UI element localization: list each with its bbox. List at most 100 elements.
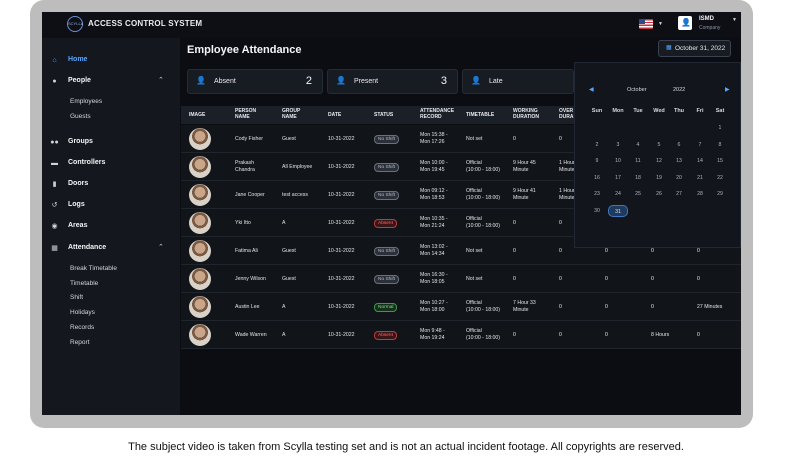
sidebar-item-label: Controllers xyxy=(68,159,106,166)
door-icon: ▮ xyxy=(52,181,57,188)
page-title: Employee Attendance xyxy=(187,44,302,56)
calendar-day[interactable]: 21 xyxy=(690,172,710,184)
next-month-icon[interactable]: ▶ xyxy=(725,86,730,93)
calendar-day[interactable]: 27 xyxy=(669,188,689,200)
calendar-month[interactable]: October xyxy=(627,87,647,93)
calendar-day[interactable]: 2 xyxy=(587,139,607,151)
sidebar-item-controllers[interactable]: ▬ Controllers xyxy=(42,157,180,171)
table-cell: 0 xyxy=(651,304,654,310)
column-header[interactable]: STATUS xyxy=(374,112,393,118)
calendar-day[interactable]: 8 xyxy=(710,139,730,151)
table-cell: 10-31-2022 xyxy=(328,332,355,338)
calendar-day[interactable]: 31 xyxy=(608,204,628,217)
table-row[interactable]: Austin Lee A 10-31-2022 Mon 10:27 - Mon 18:… xyxy=(181,293,741,321)
table-cell: Official (10:00 - 18:00) xyxy=(466,160,501,173)
sidebar-subitem-employees[interactable]: Employees xyxy=(70,98,102,105)
stat-card-late[interactable]: 👤 Late xyxy=(462,69,574,94)
chevron-up-icon[interactable]: ⌃ xyxy=(158,243,164,251)
table-cell: 0 xyxy=(559,276,562,282)
status-badge: Absent xyxy=(374,331,397,340)
calendar-day[interactable]: 28 xyxy=(690,188,710,200)
table-cell: 0 xyxy=(513,136,516,142)
calendar-day[interactable]: 24 xyxy=(608,188,628,200)
controller-icon: ▬ xyxy=(51,160,58,167)
calendar-day[interactable]: 6 xyxy=(669,139,689,151)
history-icon: ↺ xyxy=(51,202,58,209)
sidebar-item-logs[interactable]: ↺ Logs xyxy=(42,199,180,213)
table-cell: Mon 09:12 - Mon 18:53 xyxy=(420,188,448,201)
sidebar-subitem-guests[interactable]: Guests xyxy=(70,113,91,120)
calendar-day[interactable]: 9 xyxy=(587,155,607,167)
sidebar-item-label: Groups xyxy=(68,138,93,145)
calendar-day[interactable]: 13 xyxy=(669,155,689,167)
table-cell: 1 Hour Minute xyxy=(559,160,575,173)
calendar-day[interactable]: 4 xyxy=(628,139,648,151)
sidebar-item-attendance[interactable]: ▦ Attendance ⌃ xyxy=(42,242,180,256)
chevron-up-icon[interactable]: ⌃ xyxy=(158,76,164,84)
table-cell: Wade Warren xyxy=(235,332,267,338)
location-icon: ◉ xyxy=(51,223,58,230)
column-header[interactable]: PERSON NAME xyxy=(235,108,271,120)
table-cell: 27 Minutes xyxy=(697,304,723,310)
calendar-day[interactable]: 16 xyxy=(587,172,607,184)
calendar-day[interactable]: 12 xyxy=(649,155,669,167)
calendar-day[interactable]: 14 xyxy=(690,155,710,167)
table-cell: Mon 10:27 - Mon 18:00 xyxy=(420,300,448,313)
calendar-day[interactable]: 30 xyxy=(587,205,607,217)
sidebar-subitem-break-timetable[interactable]: Break Timetable xyxy=(70,265,117,272)
sidebar-item-people[interactable]: ● People ⌃ xyxy=(42,75,180,89)
stat-card-present[interactable]: 👤 Present 3 xyxy=(327,69,458,94)
calendar-day[interactable]: 7 xyxy=(690,139,710,151)
calendar-year[interactable]: 2022 xyxy=(673,87,685,93)
sidebar-item-label: Logs xyxy=(68,201,85,208)
calendar-day[interactable]: 1 xyxy=(710,122,730,134)
column-header[interactable]: IMAGE xyxy=(189,112,205,118)
table-cell: A xyxy=(282,304,286,310)
user-avatar-icon[interactable]: 👤 xyxy=(678,16,692,30)
calendar-day[interactable]: 10 xyxy=(608,155,628,167)
column-header[interactable]: GROUP NAME xyxy=(282,108,316,120)
table-cell: Guest xyxy=(282,136,296,142)
us-flag-icon[interactable] xyxy=(639,19,653,29)
column-header[interactable]: ATTENDANCE RECORD xyxy=(420,108,460,120)
table-cell: 8 Hours xyxy=(651,332,670,338)
calendar-day[interactable]: 5 xyxy=(649,139,669,151)
sidebar-subitem-timetable[interactable]: Timetable xyxy=(70,280,98,287)
calendar-day[interactable]: 29 xyxy=(710,188,730,200)
prev-month-icon[interactable]: ◀ xyxy=(589,86,594,93)
sidebar-subitem-records[interactable]: Records xyxy=(70,324,94,331)
calendar-day[interactable]: 26 xyxy=(649,188,669,200)
calendar-day[interactable]: 25 xyxy=(628,188,648,200)
sidebar-item-doors[interactable]: ▮ Doors xyxy=(42,178,180,192)
language-caret-icon[interactable]: ▼ xyxy=(658,21,663,27)
calendar-day[interactable]: 15 xyxy=(710,155,730,167)
table-cell: Official (10:00 - 18:00) xyxy=(466,216,501,229)
user-menu-caret-icon[interactable]: ▼ xyxy=(732,17,737,23)
selected-date: October 31, 2022 xyxy=(675,45,726,52)
sidebar-subitem-shift[interactable]: Shift xyxy=(70,294,83,301)
sidebar-item-areas[interactable]: ◉ Areas xyxy=(42,220,180,234)
sidebar-item-groups[interactable]: ●● Groups xyxy=(42,136,180,150)
table-row[interactable]: Jenny Wilson Guest 10-31-2022 Mon 16:30 - M… xyxy=(181,265,741,293)
calendar-day[interactable]: 3 xyxy=(608,139,628,151)
sidebar-item-home[interactable]: ⌂ Home xyxy=(42,54,180,68)
calendar-day[interactable]: 17 xyxy=(608,172,628,184)
sidebar-subitem-report[interactable]: Report xyxy=(70,339,90,346)
date-picker-button[interactable]: ▦ October 31, 2022 xyxy=(658,40,731,57)
calendar-day[interactable]: 19 xyxy=(649,172,669,184)
user-name: ISMD xyxy=(699,16,714,22)
stat-card-absent[interactable]: 👤 Absent 2 xyxy=(187,69,323,94)
calendar-day[interactable]: 20 xyxy=(669,172,689,184)
column-header[interactable]: WORKING DURATION xyxy=(513,108,549,120)
column-header[interactable]: DATE xyxy=(328,112,341,118)
table-cell: 0 xyxy=(513,276,516,282)
calendar-day[interactable]: 23 xyxy=(587,188,607,200)
column-header[interactable]: TIMETABLE xyxy=(466,112,494,118)
calendar-day[interactable]: 18 xyxy=(628,172,648,184)
table-row[interactable]: Wade Warren A 10-31-2022 Mon 9:48 - Mon 19:… xyxy=(181,321,741,349)
sidebar-subitem-holidays[interactable]: Holidays xyxy=(70,309,95,316)
calendar-day[interactable]: 22 xyxy=(710,172,730,184)
table-cell: 0 xyxy=(697,248,700,254)
table-cell: 0 xyxy=(559,332,562,338)
calendar-day[interactable]: 11 xyxy=(628,155,648,167)
